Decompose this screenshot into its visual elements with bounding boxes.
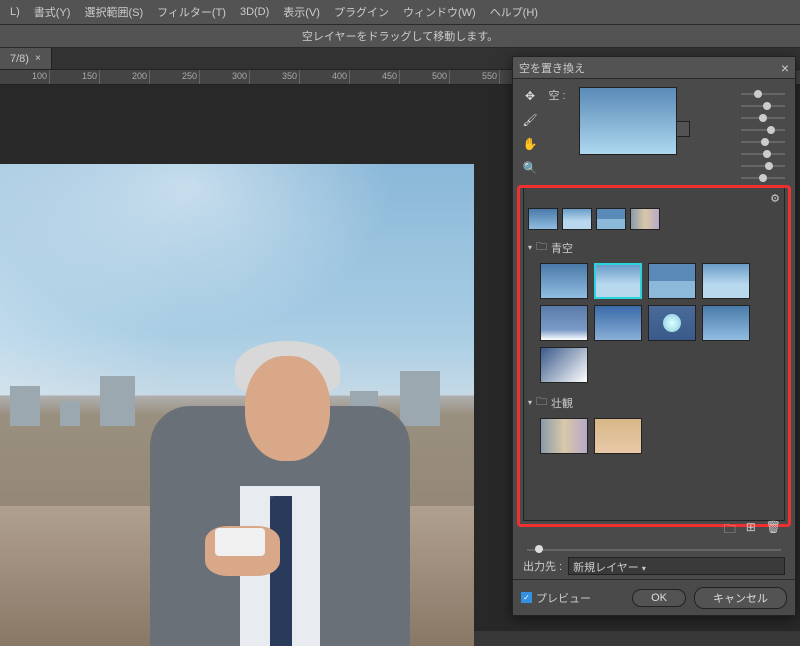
folder-spectacular[interactable]: ▾ 🗀 壮観 — [528, 391, 780, 414]
slider-4[interactable] — [741, 129, 785, 131]
slider-3[interactable] — [741, 117, 785, 119]
folder-icon: 🗀 — [536, 238, 547, 257]
output-select[interactable]: 新規レイヤー ▾ — [568, 557, 785, 575]
sky-thumb[interactable] — [648, 263, 696, 299]
menu-format[interactable]: 書式(Y) — [28, 2, 77, 22]
slider-7[interactable] — [741, 165, 785, 167]
menu-select[interactable]: 選択範囲(S) — [78, 2, 149, 22]
menu-filter[interactable]: フィルター(T) — [151, 2, 232, 22]
sky-gallery: ⚙ ▾ 🗀 青空 — [523, 187, 785, 521]
slider-5[interactable] — [741, 141, 785, 143]
delete-icon[interactable]: 🗑 — [766, 520, 781, 541]
menu-help[interactable]: ヘルプ(H) — [484, 2, 544, 22]
tool-options-bar: 空レイヤーをドラッグして移動します。 — [0, 24, 800, 48]
zoom-tool-icon[interactable]: 🔍 — [519, 159, 541, 177]
move-tool-icon[interactable]: ✥ — [519, 87, 541, 105]
close-icon[interactable]: × — [35, 53, 41, 64]
sky-thumb[interactable] — [594, 305, 642, 341]
preview-checkbox[interactable]: ✓ プレビュー — [521, 590, 591, 606]
sky-thumb[interactable] — [540, 305, 588, 341]
panel-titlebar[interactable]: 空を置き換え × — [513, 57, 795, 79]
sky-label: 空 : — [547, 87, 567, 103]
sky-thumb[interactable] — [630, 208, 660, 230]
folder-icon[interactable]: 🗀 — [724, 520, 736, 541]
canvas-image[interactable] — [0, 164, 474, 646]
slider-1[interactable] — [741, 93, 785, 95]
panel-title: 空を置き換え — [519, 60, 585, 76]
menu-3d[interactable]: 3D(D) — [234, 4, 275, 20]
chevron-down-icon: ▾ — [528, 243, 532, 252]
chevron-down-icon: ▾ — [528, 398, 532, 407]
sky-thumb[interactable] — [540, 418, 588, 454]
folder-label: 壮観 — [551, 395, 573, 411]
menu-view[interactable]: 表示(V) — [277, 2, 326, 22]
sky-thumb[interactable] — [648, 305, 696, 341]
new-preset-icon[interactable]: ⊞ — [746, 520, 756, 541]
tool-hint-text: 空レイヤーをドラッグして移動します。 — [302, 28, 498, 44]
sky-thumb[interactable] — [702, 263, 750, 299]
folder-blue-sky[interactable]: ▾ 🗀 青空 — [528, 236, 780, 259]
hand-tool-icon[interactable]: ✋ — [519, 135, 541, 153]
close-icon[interactable]: × — [781, 60, 789, 76]
menu-plugin[interactable]: プラグイン — [328, 2, 395, 22]
sky-replacement-panel: 空を置き換え × ✥ 🖌 ✋ 🔍 空 : — [512, 56, 796, 616]
output-label: 出力先 : — [523, 558, 562, 574]
sky-thumb-selected[interactable] — [594, 263, 642, 299]
menu-bar: L) 書式(Y) 選択範囲(S) フィルター(T) 3D(D) 表示(V) プラ… — [0, 0, 800, 24]
slider-2[interactable] — [741, 105, 785, 107]
document-tab-label: 7/8) — [10, 53, 29, 65]
ok-button[interactable]: OK — [632, 589, 686, 607]
preview-label: プレビュー — [536, 590, 591, 606]
panel-tools: ✥ 🖌 ✋ 🔍 — [519, 87, 541, 177]
recent-skies — [528, 208, 780, 230]
sky-thumb[interactable] — [562, 208, 592, 230]
menu-window[interactable]: ウィンドウ(W) — [397, 2, 482, 22]
thumbnail-size-slider[interactable] — [527, 545, 781, 555]
sky-thumb[interactable] — [596, 208, 626, 230]
slider-8[interactable] — [741, 177, 785, 179]
menu-l[interactable]: L) — [4, 4, 26, 20]
sky-thumb[interactable] — [540, 347, 588, 383]
sky-thumb[interactable] — [540, 263, 588, 299]
document-tab[interactable]: 7/8) × — [0, 48, 52, 69]
gear-icon[interactable]: ⚙ — [770, 192, 780, 206]
brush-tool-icon[interactable]: 🖌 — [519, 111, 541, 129]
sky-thumb[interactable] — [594, 418, 642, 454]
slider-6[interactable] — [741, 153, 785, 155]
chevron-down-icon: ▾ — [642, 564, 646, 573]
panel-footer: ✓ プレビュー OK キャンセル — [513, 579, 795, 615]
sky-thumb[interactable] — [702, 305, 750, 341]
cancel-button[interactable]: キャンセル — [694, 587, 787, 609]
folder-icon: 🗀 — [536, 393, 547, 412]
sky-preview-dropdown[interactable] — [579, 87, 677, 155]
checkbox-icon: ✓ — [521, 592, 532, 603]
sky-thumb[interactable] — [528, 208, 558, 230]
folder-label: 青空 — [551, 240, 573, 256]
